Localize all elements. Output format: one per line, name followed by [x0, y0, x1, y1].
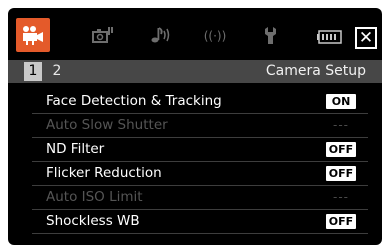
menu-item-label: ND Filter	[46, 141, 105, 157]
tab-wrench[interactable]	[256, 18, 290, 52]
svg-text:((·)): ((·))	[204, 29, 227, 43]
menu-item-auto-iso-limit: Auto ISO Limit ---	[32, 186, 368, 210]
unavailable-dash: ---	[333, 190, 349, 204]
menu-item-flicker-reduction[interactable]: Flicker Reduction OFF	[32, 162, 368, 186]
camera-settings-icon	[92, 27, 113, 43]
camera-menu-screen: ((·)) ✕ 1 2 Camera Setup Face Detection …	[8, 8, 382, 245]
tab-audio[interactable]	[144, 18, 178, 52]
menu-item-value: OFF	[326, 166, 356, 181]
off-badge: OFF	[326, 166, 356, 181]
menu-item-label: Auto ISO Limit	[46, 189, 143, 205]
wrench-icon	[265, 27, 276, 44]
movie-camera-icon	[23, 26, 43, 45]
menu-item-label: Face Detection & Tracking	[46, 93, 222, 109]
menu-item-shockless-wb[interactable]: Shockless WB OFF	[32, 210, 368, 234]
menu-item-label: Flicker Reduction	[46, 165, 162, 181]
menu-item-value: ON	[326, 94, 356, 109]
tab-wireless[interactable]: ((·))	[198, 18, 232, 52]
subheader-bar: 1 2 Camera Setup	[8, 60, 382, 83]
battery-icon	[317, 30, 342, 44]
menu-item-value: OFF	[326, 214, 356, 229]
off-badge: OFF	[326, 142, 356, 157]
page-tab-1[interactable]: 1	[24, 62, 42, 81]
menu-item-value: OFF	[326, 142, 356, 157]
unavailable-dash: ---	[333, 118, 349, 132]
off-badge: OFF	[326, 214, 356, 229]
menu-item-label: Auto Slow Shutter	[46, 117, 168, 133]
tab-bar: ((·)) ✕	[16, 14, 377, 56]
close-button[interactable]: ✕	[355, 27, 377, 49]
menu-item-auto-slow-shutter: Auto Slow Shutter ---	[32, 114, 368, 138]
menu-item-value: ---	[326, 118, 356, 133]
section-title: Camera Setup	[265, 63, 366, 79]
tab-movie[interactable]	[16, 18, 50, 52]
menu-item-nd-filter[interactable]: ND Filter OFF	[32, 138, 368, 162]
audio-note-icon	[151, 27, 170, 43]
menu-item-label: Shockless WB	[46, 213, 140, 229]
page-tab-2[interactable]: 2	[48, 62, 66, 81]
close-icon: ✕	[358, 27, 374, 48]
menu-item-face-detection[interactable]: Face Detection & Tracking ON	[32, 90, 368, 114]
battery-indicator	[316, 28, 346, 48]
on-badge: ON	[326, 94, 356, 109]
tab-camera-settings[interactable]	[86, 18, 120, 52]
wireless-icon: ((·))	[204, 29, 227, 43]
menu-item-value: ---	[326, 190, 356, 205]
